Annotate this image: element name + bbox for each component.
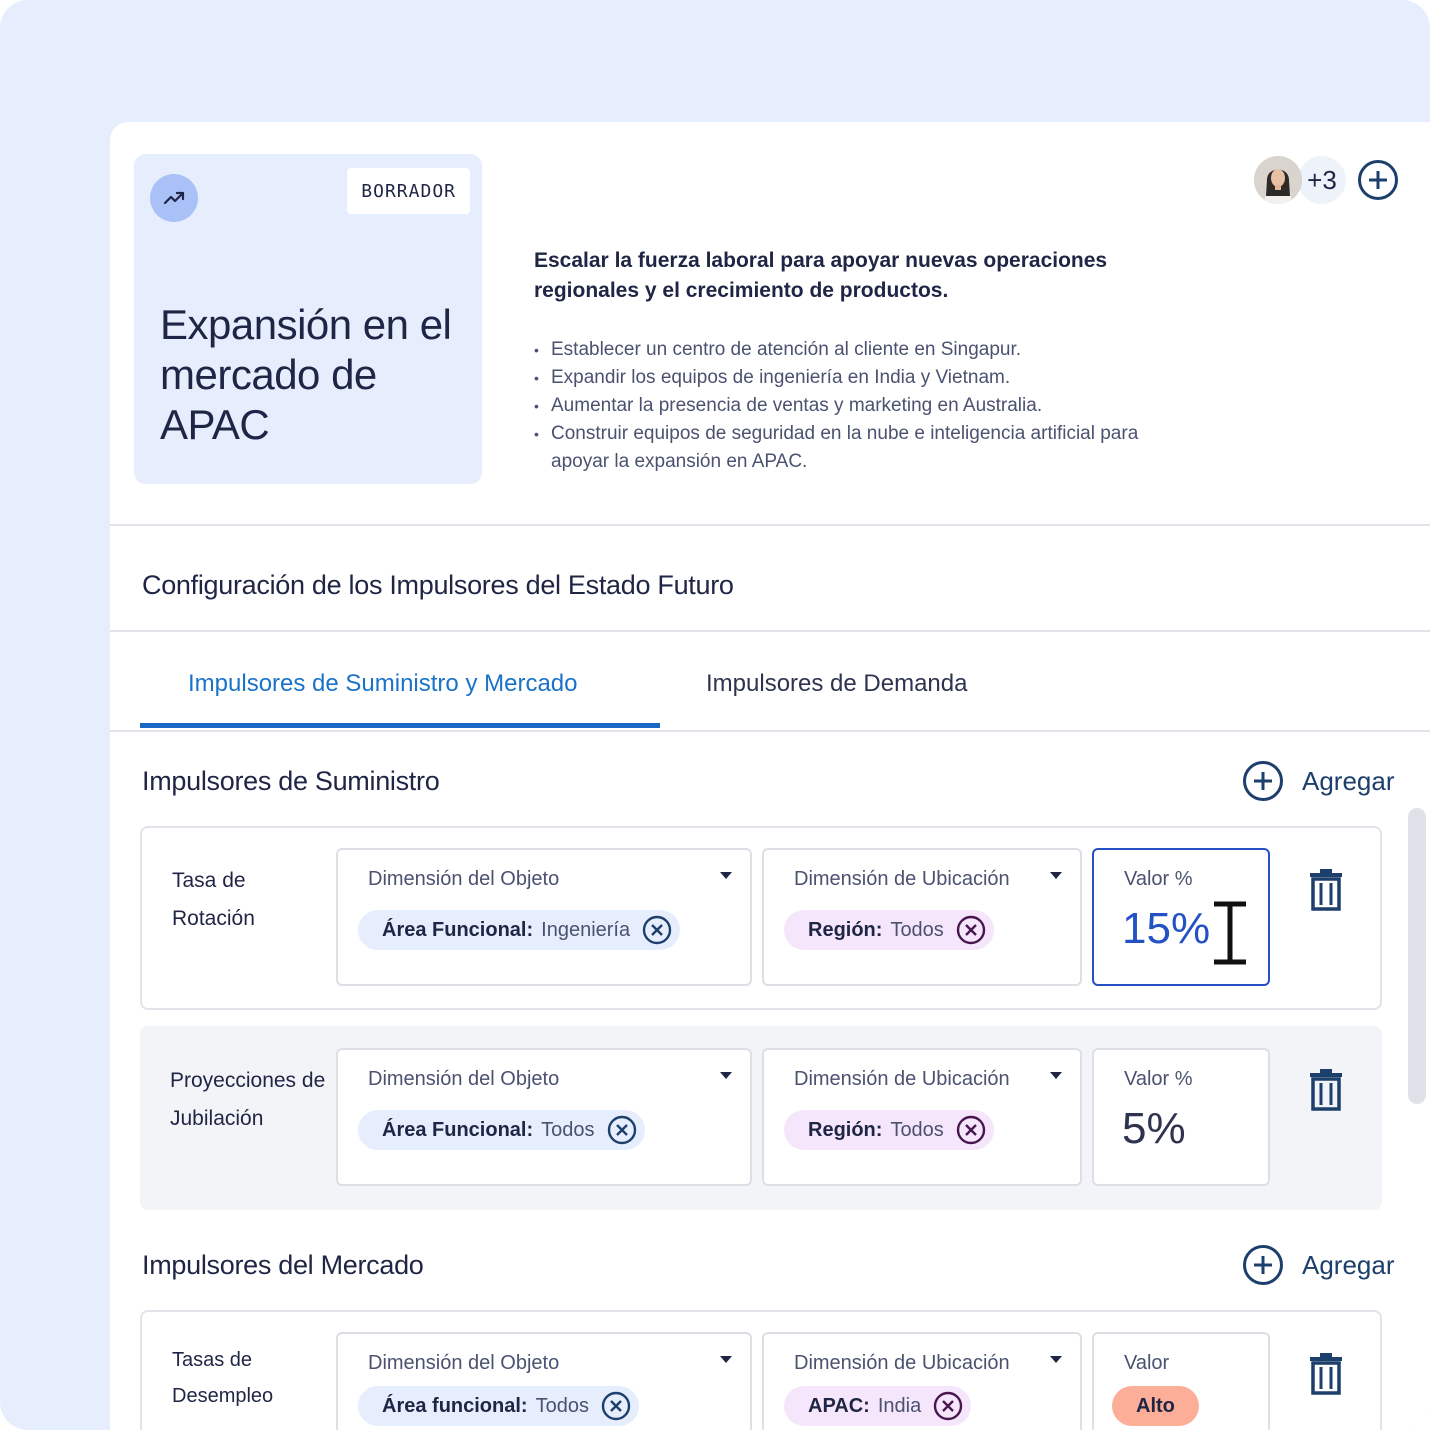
driver-row: Tasas de Desempleo Dimensión del Objeto …: [140, 1310, 1382, 1430]
location-dimension-select[interactable]: Dimensión de Ubicación Región: Todos: [762, 848, 1082, 986]
market-drivers-title: Impulsores del Mercado: [142, 1250, 424, 1280]
add-collaborator-button[interactable]: [1356, 158, 1400, 202]
driver-name: Tasa de Rotación: [172, 869, 255, 930]
chevron-down-icon[interactable]: [1050, 872, 1062, 879]
filter-chip: Área Funcional: Todos: [358, 1110, 645, 1150]
filter-chip: APAC: India: [784, 1386, 972, 1426]
chip-key: APAC:: [808, 1394, 870, 1417]
list-item: Aumentar la presencia de ventas y market…: [534, 392, 1194, 420]
driver-name: Tasas de Desempleo: [172, 1349, 274, 1407]
field-label: Dimensión de Ubicación: [794, 1352, 1010, 1374]
close-icon[interactable]: [601, 1391, 631, 1421]
close-icon[interactable]: [642, 915, 672, 945]
chip-value: Todos: [541, 1118, 595, 1141]
supply-drivers-title: Impulsores de Suministro: [142, 766, 440, 796]
location-dimension-select[interactable]: Dimensión de Ubicación Región: Todos: [762, 1048, 1082, 1186]
divider: [110, 630, 1430, 632]
tab-demand[interactable]: Impulsores de Demanda: [706, 670, 967, 698]
divider: [110, 524, 1430, 526]
chip-key: Región:: [808, 918, 883, 941]
value-input[interactable]: Valor % 5%: [1092, 1048, 1270, 1186]
chip-key: Área Funcional:: [382, 918, 534, 941]
tabs-divider: [110, 730, 1430, 732]
list-item: Expandir los equipos de ingeniería en In…: [534, 364, 1194, 392]
field-label: Dimensión del Objeto: [368, 868, 560, 890]
field-label: Dimensión de Ubicación: [794, 1068, 1010, 1090]
field-label: Valor: [1124, 1352, 1170, 1374]
chevron-down-icon[interactable]: [1050, 1356, 1062, 1363]
plus-circle-icon: [1358, 160, 1398, 200]
main-panel: BORRADOR Expansión en el mercado de APAC…: [110, 122, 1430, 1430]
project-title: Expansión en el mercado de APAC: [160, 301, 452, 448]
plus-circle-icon: [1243, 761, 1283, 801]
add-label: Agregar: [1302, 765, 1395, 796]
driver-name: Proyecciones de Jubilación: [170, 1069, 326, 1130]
field-label: Valor %: [1124, 1068, 1193, 1090]
chevron-down-icon[interactable]: [720, 1356, 732, 1363]
trash-icon[interactable]: [1306, 1352, 1346, 1396]
add-market-driver-button[interactable]: Agregar: [1242, 1244, 1395, 1286]
close-icon[interactable]: [607, 1115, 637, 1145]
chip-key: Región:: [808, 1118, 883, 1141]
filter-chip: Región: Todos: [784, 1110, 994, 1150]
trash-icon[interactable]: [1306, 868, 1346, 912]
section-title: Configuración de los Impulsores del Esta…: [142, 570, 734, 600]
chevron-down-icon[interactable]: [720, 872, 732, 879]
active-tab-indicator: [140, 723, 660, 728]
chip-value: Todos: [890, 918, 944, 941]
trending-up-icon: [150, 174, 198, 222]
objective-list: Establecer un centro de atención al clie…: [534, 336, 1194, 476]
chip-value: India: [877, 1394, 922, 1417]
trash-icon[interactable]: [1306, 1068, 1346, 1112]
field-label: Dimensión de Ubicación: [794, 868, 1010, 890]
close-icon[interactable]: [956, 915, 986, 945]
location-dimension-select[interactable]: Dimensión de Ubicación APAC: India: [762, 1332, 1082, 1430]
chip-key: Área funcional:: [382, 1394, 528, 1417]
description-title: Escalar la fuerza laboral para apoyar nu…: [534, 249, 1108, 302]
scrollbar[interactable]: [1408, 808, 1426, 1104]
plus-circle-icon: [1243, 1245, 1283, 1285]
chip-value: Todos: [890, 1118, 944, 1141]
add-supply-driver-button[interactable]: Agregar: [1242, 760, 1395, 802]
app-background: BORRADOR Expansión en el mercado de APAC…: [0, 0, 1430, 1430]
driver-row: Proyecciones de Jubilación Dimensión del…: [140, 1026, 1382, 1210]
chevron-down-icon[interactable]: [1050, 1072, 1062, 1079]
field-label: Dimensión del Objeto: [368, 1068, 560, 1090]
project-description: Escalar la fuerza laboral para apoyar nu…: [534, 246, 1194, 476]
avatar[interactable]: [1254, 156, 1302, 204]
field-label: Valor %: [1124, 868, 1193, 890]
value-text: 5%: [1122, 1104, 1186, 1153]
filter-chip: Región: Todos: [784, 910, 994, 950]
chip-value: Ingeniería: [541, 918, 631, 941]
filter-chip: Área funcional: Todos: [358, 1386, 639, 1426]
value-badge: Alto: [1112, 1386, 1199, 1426]
close-icon[interactable]: [933, 1391, 963, 1421]
object-dimension-select[interactable]: Dimensión del Objeto Área funcional: Tod…: [336, 1332, 752, 1430]
value-select[interactable]: Valor Alto: [1092, 1332, 1270, 1430]
object-dimension-select[interactable]: Dimensión del Objeto Área Funcional: Ing…: [336, 848, 752, 986]
list-item: Construir equipos de seguridad en la nub…: [534, 420, 1194, 476]
text-cursor-icon: [1214, 901, 1246, 965]
close-icon[interactable]: [956, 1115, 986, 1145]
chip-value: Todos: [535, 1394, 589, 1417]
object-dimension-select[interactable]: Dimensión del Objeto Área Funcional: Tod…: [336, 1048, 752, 1186]
filter-chip: Área Funcional: Ingeniería: [358, 910, 681, 950]
more-collaborators[interactable]: +3: [1298, 156, 1346, 204]
value-input[interactable]: Valor % 15%: [1092, 848, 1270, 986]
status-badge: BORRADOR: [347, 168, 470, 214]
field-label: Dimensión del Objeto: [368, 1352, 560, 1374]
list-item: Establecer un centro de atención al clie…: [534, 336, 1194, 364]
add-label: Agregar: [1302, 1249, 1395, 1280]
tab-supply-market[interactable]: Impulsores de Suministro y Mercado: [188, 670, 577, 698]
chevron-down-icon[interactable]: [720, 1072, 732, 1079]
collaborators: +3: [1254, 156, 1400, 204]
driver-row: Tasa de Rotación Dimensión del Objeto Ár…: [140, 826, 1382, 1010]
value-text: 15%: [1122, 904, 1211, 953]
project-card: BORRADOR Expansión en el mercado de APAC: [134, 154, 482, 484]
chip-key: Área Funcional:: [382, 1118, 534, 1141]
